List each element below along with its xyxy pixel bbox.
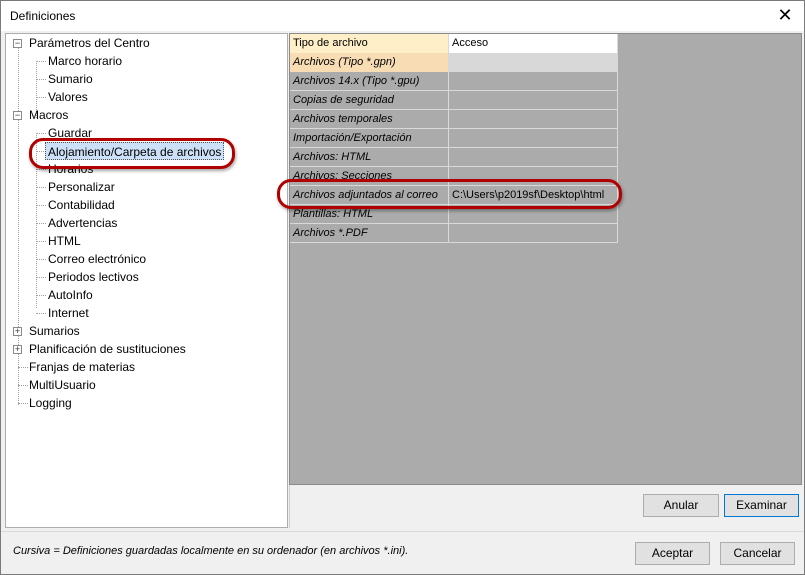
cell-tipo[interactable]: Plantillas: HTML — [290, 205, 449, 224]
file-locations-grid-area: Tipo de archivo Acceso Archivos (Tipo *.… — [289, 33, 802, 485]
tree-item-marco-horario[interactable]: Marco horario — [46, 52, 124, 70]
tree-item-html[interactable]: HTML — [46, 232, 83, 250]
tree-item-periodos-lectivos[interactable]: Periodos lectivos — [46, 268, 141, 286]
table-row[interactable]: Archivos: HTML — [290, 148, 618, 167]
cell-acceso[interactable] — [449, 167, 618, 186]
collapse-icon[interactable]: − — [13, 111, 22, 120]
tree-item-correo-electronico[interactable]: Correo electrónico — [46, 250, 148, 268]
expand-icon[interactable]: + — [13, 327, 22, 336]
column-header-tipo[interactable]: Tipo de archivo — [290, 34, 449, 53]
table-row[interactable]: Archivos *.PDF — [290, 224, 618, 243]
cell-tipo[interactable]: Archivos: HTML — [290, 148, 449, 167]
cell-tipo[interactable]: Archivos 14.x (Tipo *.gpu) — [290, 72, 449, 91]
cell-acceso[interactable] — [449, 224, 618, 243]
table-row[interactable]: Importación/Exportación — [290, 129, 618, 148]
tree-item-alojamiento-carpeta[interactable]: Alojamiento/Carpeta de archivos — [45, 142, 225, 160]
title-bar: Definiciones ✕ — [1, 1, 804, 31]
cell-acceso[interactable] — [449, 129, 618, 148]
tree-item-guardar[interactable]: Guardar — [46, 124, 94, 142]
tree-item-parametros-del-centro[interactable]: Parámetros del Centro — [27, 34, 152, 52]
column-header-acceso[interactable]: Acceso — [449, 34, 618, 53]
tree-item-planificacion-sustituciones[interactable]: Planificación de sustituciones — [27, 340, 188, 358]
settings-tree[interactable]: − − + + Parámetros del Centro Marco hora… — [5, 33, 288, 528]
tree-item-sumarios[interactable]: Sumarios — [27, 322, 82, 340]
table-row[interactable]: Archivos (Tipo *.gpn) — [290, 53, 618, 72]
anular-button[interactable]: Anular — [643, 494, 719, 517]
window-title: Definiciones — [10, 9, 76, 23]
collapse-icon[interactable]: − — [13, 39, 22, 48]
cell-tipo[interactable]: Archivos: Secciones — [290, 167, 449, 186]
grid-header-row: Tipo de archivo Acceso — [290, 34, 618, 53]
table-row[interactable]: Archivos temporales — [290, 110, 618, 129]
cancelar-button[interactable]: Cancelar — [720, 542, 795, 565]
aceptar-button[interactable]: Aceptar — [635, 542, 710, 565]
cell-acceso[interactable]: C:\Users\p2019sf\Desktop\html — [449, 186, 618, 205]
footer-separator — [1, 531, 804, 532]
tree-item-internet[interactable]: Internet — [46, 304, 91, 322]
cell-tipo[interactable]: Archivos temporales — [290, 110, 449, 129]
cell-acceso[interactable] — [449, 148, 618, 167]
cell-acceso[interactable] — [449, 53, 618, 72]
tree-item-franjas-de-materias[interactable]: Franjas de materias — [27, 358, 137, 376]
tree-item-personalizar[interactable]: Personalizar — [46, 178, 117, 196]
table-row[interactable]: Plantillas: HTML — [290, 205, 618, 224]
cell-acceso[interactable] — [449, 72, 618, 91]
cell-tipo[interactable]: Archivos adjuntados al correo — [290, 186, 449, 205]
tree-item-logging[interactable]: Logging — [27, 394, 74, 412]
tree-item-contabilidad[interactable]: Contabilidad — [46, 196, 117, 214]
tree-item-sumario[interactable]: Sumario — [46, 70, 95, 88]
tree-item-multiusuario[interactable]: MultiUsuario — [27, 376, 98, 394]
tree-item-advertencias[interactable]: Advertencias — [46, 214, 119, 232]
cell-acceso[interactable] — [449, 91, 618, 110]
close-icon[interactable]: ✕ — [772, 4, 798, 28]
table-row[interactable]: Archivos 14.x (Tipo *.gpu) — [290, 72, 618, 91]
grid-button-bar: Anular Examinar — [289, 485, 802, 528]
table-row[interactable]: Archivos: Secciones — [290, 167, 618, 186]
expand-icon[interactable]: + — [13, 345, 22, 354]
tree-item-autoinfo[interactable]: AutoInfo — [46, 286, 95, 304]
tree-item-macros[interactable]: Macros — [27, 106, 70, 124]
tree-item-valores[interactable]: Valores — [46, 88, 90, 106]
cell-acceso[interactable] — [449, 110, 618, 129]
footnote-text: Cursiva = Definiciones guardadas localme… — [13, 545, 409, 557]
cell-tipo[interactable]: Importación/Exportación — [290, 129, 449, 148]
cell-tipo[interactable]: Archivos *.PDF — [290, 224, 449, 243]
tree-item-horarios[interactable]: Horarios — [46, 160, 95, 178]
table-row[interactable]: Archivos adjuntados al correo C:\Users\p… — [290, 186, 618, 205]
table-row[interactable]: Copias de seguridad — [290, 91, 618, 110]
cell-acceso[interactable] — [449, 205, 618, 224]
cell-tipo[interactable]: Copias de seguridad — [290, 91, 449, 110]
cell-tipo[interactable]: Archivos (Tipo *.gpn) — [290, 53, 449, 72]
definiciones-dialog: Definiciones ✕ − − + + Parámetros del Ce… — [0, 0, 805, 575]
examinar-button[interactable]: Examinar — [724, 494, 799, 517]
